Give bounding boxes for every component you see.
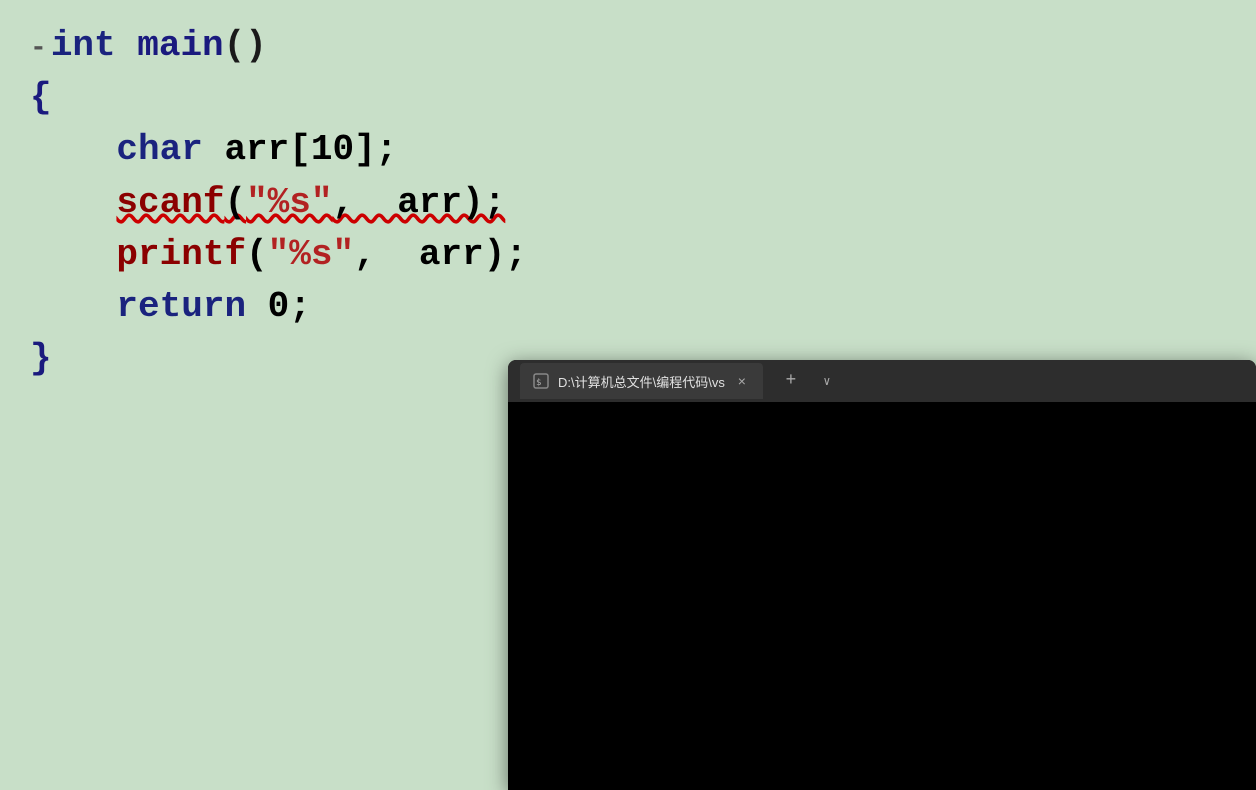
- scanf-arg-arr: , arr);: [332, 177, 505, 229]
- new-tab-button[interactable]: +: [777, 367, 805, 395]
- terminal-titlebar: $ D:\计算机总文件\编程代码\vs × + ∨: [508, 360, 1256, 402]
- paren-open-close: (): [224, 20, 267, 72]
- fn-printf: printf: [116, 229, 246, 281]
- code-line-1: -int main(): [30, 20, 1226, 72]
- terminal-tab-title: D:\计算机总文件\编程代码\vs: [558, 372, 725, 391]
- scanf-format-string: "%s": [246, 177, 332, 229]
- terminal-body: [508, 402, 1256, 790]
- code-line-6: return 0;: [30, 281, 1226, 333]
- code-line-3: char arr[10];: [30, 124, 1226, 176]
- terminal-window: $ D:\计算机总文件\编程代码\vs × + ∨: [508, 360, 1256, 790]
- open-brace: {: [30, 72, 52, 124]
- code-line-5: printf("%s", arr);: [30, 229, 1226, 281]
- terminal-dropdown-button[interactable]: ∨: [813, 367, 841, 395]
- terminal-tab[interactable]: $ D:\计算机总文件\编程代码\vs ×: [520, 363, 763, 399]
- fn-scanf: scanf: [116, 177, 224, 229]
- keyword-char: char: [116, 124, 202, 176]
- keyword-return: return: [116, 281, 246, 333]
- printf-format-string: "%s": [268, 229, 354, 281]
- terminal-close-button[interactable]: ×: [733, 372, 751, 390]
- scanf-args: (: [224, 177, 246, 229]
- code-line-2: {: [30, 72, 1226, 124]
- keyword-int: int: [51, 20, 116, 72]
- fn-main: main: [137, 20, 223, 72]
- svg-text:$: $: [536, 378, 541, 388]
- close-brace: }: [30, 333, 52, 385]
- code-line-4: scanf("%s", arr);: [30, 177, 1226, 229]
- line-indicator-1: -: [30, 29, 47, 70]
- terminal-tab-icon: $: [532, 372, 550, 390]
